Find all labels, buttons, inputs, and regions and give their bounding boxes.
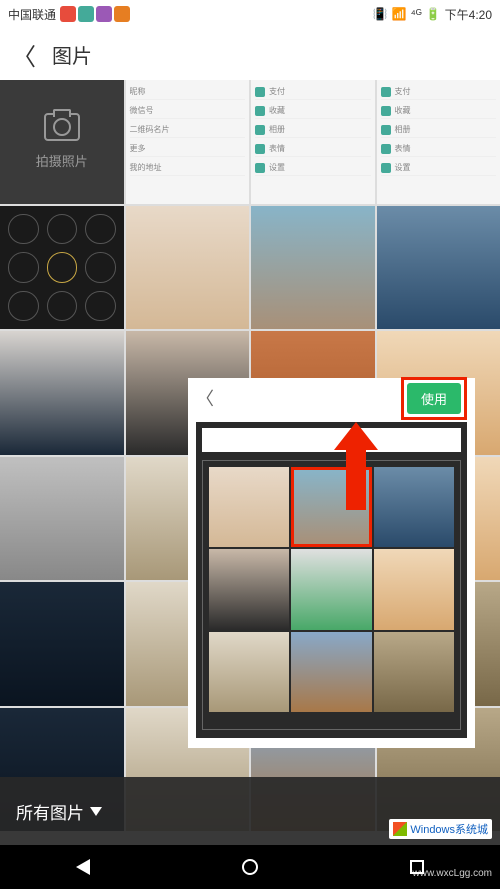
grid-item-photo-cat[interactable] <box>0 457 124 581</box>
dark-dot <box>8 214 39 245</box>
overlay-item-dress[interactable] <box>209 632 289 712</box>
settings-row: 设置 <box>381 160 497 176</box>
settings-row: 微信号 <box>130 103 246 119</box>
overlay-item-boy[interactable] <box>209 467 289 547</box>
watermark-url: www.wxcLgg.com <box>413 868 492 879</box>
overlay-item-dog[interactable] <box>374 549 454 629</box>
overlay-grid-wrap <box>202 460 461 730</box>
settings-row: 相册 <box>381 122 497 138</box>
vibrate-icon: 📳 <box>373 7 388 21</box>
dark-dot <box>8 252 39 283</box>
album-selector-label: 所有图片 <box>16 799 102 824</box>
battery-icon: 🔋 <box>426 7 441 21</box>
overlay-item-mountain[interactable] <box>291 632 371 712</box>
menu-icon <box>255 106 265 116</box>
time-label: 下午4:20 <box>445 6 492 23</box>
nav-home-icon[interactable] <box>242 859 258 875</box>
dark-dot <box>85 214 116 245</box>
app-icon-3 <box>96 6 112 22</box>
settings-row: 收藏 <box>255 103 371 119</box>
dark-dot <box>47 291 78 322</box>
menu-icon <box>381 106 391 116</box>
signal-label: ⁴ᴳ <box>411 7 422 21</box>
app-icon-4 <box>114 6 130 22</box>
page-title: 图片 <box>52 40 92 69</box>
use-button-highlight: 使用 <box>401 377 467 420</box>
menu-icon <box>255 144 265 154</box>
annotation-arrow <box>334 422 378 510</box>
settings-row: 收藏 <box>381 103 497 119</box>
dark-dot <box>85 252 116 283</box>
overlay-item-castle[interactable] <box>374 632 454 712</box>
android-nav-bar <box>0 845 500 889</box>
overlay-header: 〈 使用 <box>188 378 475 418</box>
menu-icon <box>381 87 391 97</box>
dropdown-triangle-icon <box>90 807 102 816</box>
settings-row: 二维码名片 <box>130 122 246 138</box>
settings-row: 表情 <box>255 141 371 157</box>
dark-dot <box>47 252 78 283</box>
arrow-head-icon <box>334 422 378 450</box>
overlay-item-jersey[interactable] <box>291 549 371 629</box>
watermark-text: Windows系统城 <box>410 821 488 837</box>
dark-dot <box>85 291 116 322</box>
overlay-body <box>196 422 467 738</box>
status-left: 中国联通 <box>8 6 130 23</box>
camera-label: 拍摄照片 <box>36 151 88 170</box>
settings-row: 更多 <box>130 141 246 157</box>
settings-row: 相册 <box>255 122 371 138</box>
carrier-label: 中国联通 <box>8 6 56 23</box>
settings-row: 设置 <box>255 160 371 176</box>
status-app-icons <box>60 6 130 22</box>
menu-icon <box>381 163 391 173</box>
windows-logo-icon <box>393 822 407 836</box>
preview-overlay: 〈 使用 <box>188 378 475 748</box>
settings-row: 支付 <box>381 84 497 100</box>
wifi-icon: 📶 <box>392 7 407 21</box>
nav-back-icon[interactable] <box>76 859 90 875</box>
menu-icon <box>255 125 265 135</box>
dark-dot <box>8 291 39 322</box>
grid-item-settings-3[interactable]: 支付 收藏 相册 表情 设置 <box>377 80 500 204</box>
menu-icon <box>255 163 265 173</box>
grid-item-photo-night[interactable] <box>0 582 124 706</box>
camera-icon <box>44 113 80 141</box>
status-bar: 中国联通 📳 📶 ⁴ᴳ 🔋 下午4:20 <box>0 0 500 28</box>
menu-icon <box>381 144 391 154</box>
overlay-back-icon[interactable]: 〈 <box>196 385 214 411</box>
arrow-stem <box>346 450 366 510</box>
overlay-search-bar[interactable] <box>202 428 461 452</box>
grid-item-photo-boy[interactable] <box>126 206 250 330</box>
app-icon-1 <box>60 6 76 22</box>
camera-cell[interactable]: 拍摄照片 <box>0 80 124 204</box>
status-right: 📳 📶 ⁴ᴳ 🔋 下午4:20 <box>373 6 492 23</box>
settings-row: 支付 <box>255 84 371 100</box>
grid-item-dark-menu[interactable] <box>0 206 124 330</box>
menu-icon <box>255 87 265 97</box>
grid-item-photo-man[interactable] <box>377 206 500 330</box>
overlay-grid <box>209 467 454 712</box>
app-icon-2 <box>78 6 94 22</box>
header: 〈 图片 <box>0 28 500 80</box>
back-icon[interactable]: 〈 <box>12 37 36 72</box>
grid-item-settings-2[interactable]: 支付 收藏 相册 表情 设置 <box>251 80 375 204</box>
grid-item-photo-woman[interactable] <box>0 331 124 455</box>
settings-row: 我的地址 <box>130 160 246 176</box>
album-name: 所有图片 <box>16 799 84 824</box>
settings-row: 表情 <box>381 141 497 157</box>
use-button[interactable]: 使用 <box>407 383 461 414</box>
watermark-brand: Windows系统城 <box>389 819 492 839</box>
dark-dot <box>47 214 78 245</box>
overlay-item-suit[interactable] <box>209 549 289 629</box>
menu-icon <box>381 125 391 135</box>
overlay-item-man[interactable] <box>374 467 454 547</box>
grid-item-settings-1[interactable]: 昵称 微信号 二维码名片 更多 我的地址 <box>126 80 250 204</box>
settings-row: 昵称 <box>130 84 246 100</box>
grid-item-photo-building[interactable] <box>251 206 375 330</box>
